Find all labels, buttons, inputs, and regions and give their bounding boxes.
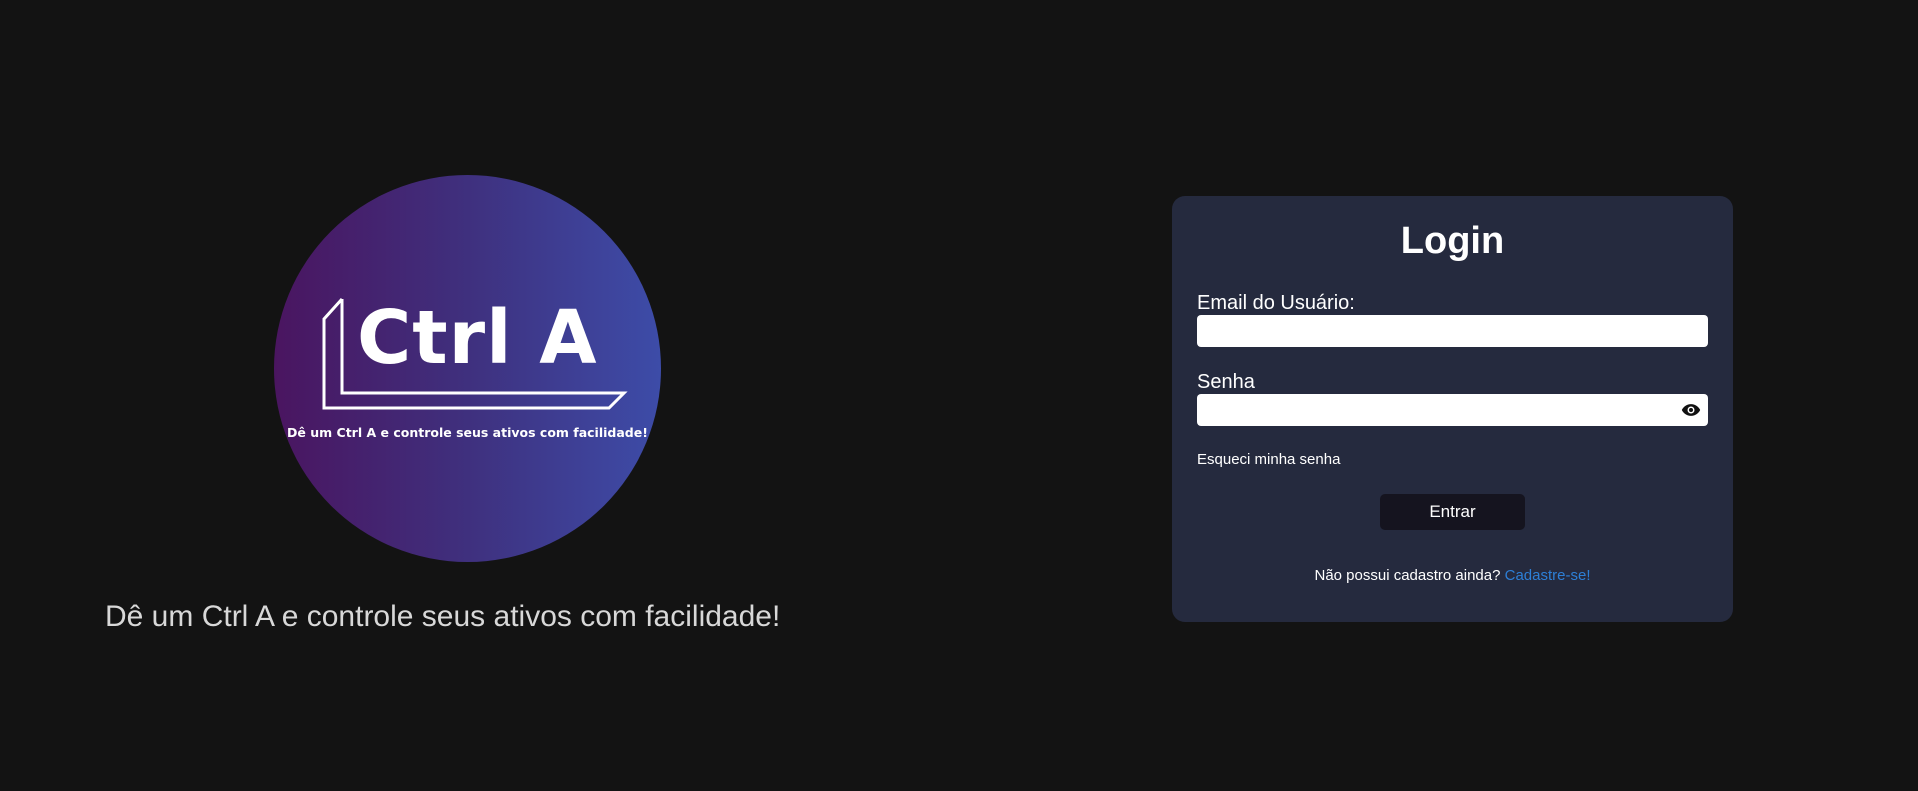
brand-caption: Dê um Ctrl A e controle seus ativos com …	[105, 600, 781, 633]
email-field[interactable]	[1197, 315, 1708, 347]
forgot-password-link[interactable]: Esqueci minha senha	[1197, 451, 1340, 468]
signup-link[interactable]: Cadastre-se!	[1505, 567, 1591, 584]
login-submit-button[interactable]: Entrar	[1380, 494, 1525, 530]
password-field[interactable]	[1197, 394, 1708, 426]
brand-logo: Ctrl A Dê um Ctrl A e controle seus ativ…	[274, 175, 661, 562]
eye-icon[interactable]	[1681, 401, 1701, 419]
signup-prompt: Não possui cadastro ainda?	[1314, 567, 1505, 584]
logo-tagline: Dê um Ctrl A e controle seus ativos com …	[287, 425, 648, 440]
login-page: Ctrl A Dê um Ctrl A e controle seus ativ…	[0, 0, 1918, 791]
login-title: Login	[1400, 220, 1505, 262]
logo-wordmark: Ctrl A	[357, 295, 598, 381]
signup-row: Não possui cadastro ainda? Cadastre-se!	[1172, 567, 1733, 584]
email-label: Email do Usuário:	[1197, 292, 1355, 314]
login-card: Login Email do Usuário: Senha Esqueci mi…	[1172, 196, 1733, 622]
password-label: Senha	[1197, 371, 1255, 393]
